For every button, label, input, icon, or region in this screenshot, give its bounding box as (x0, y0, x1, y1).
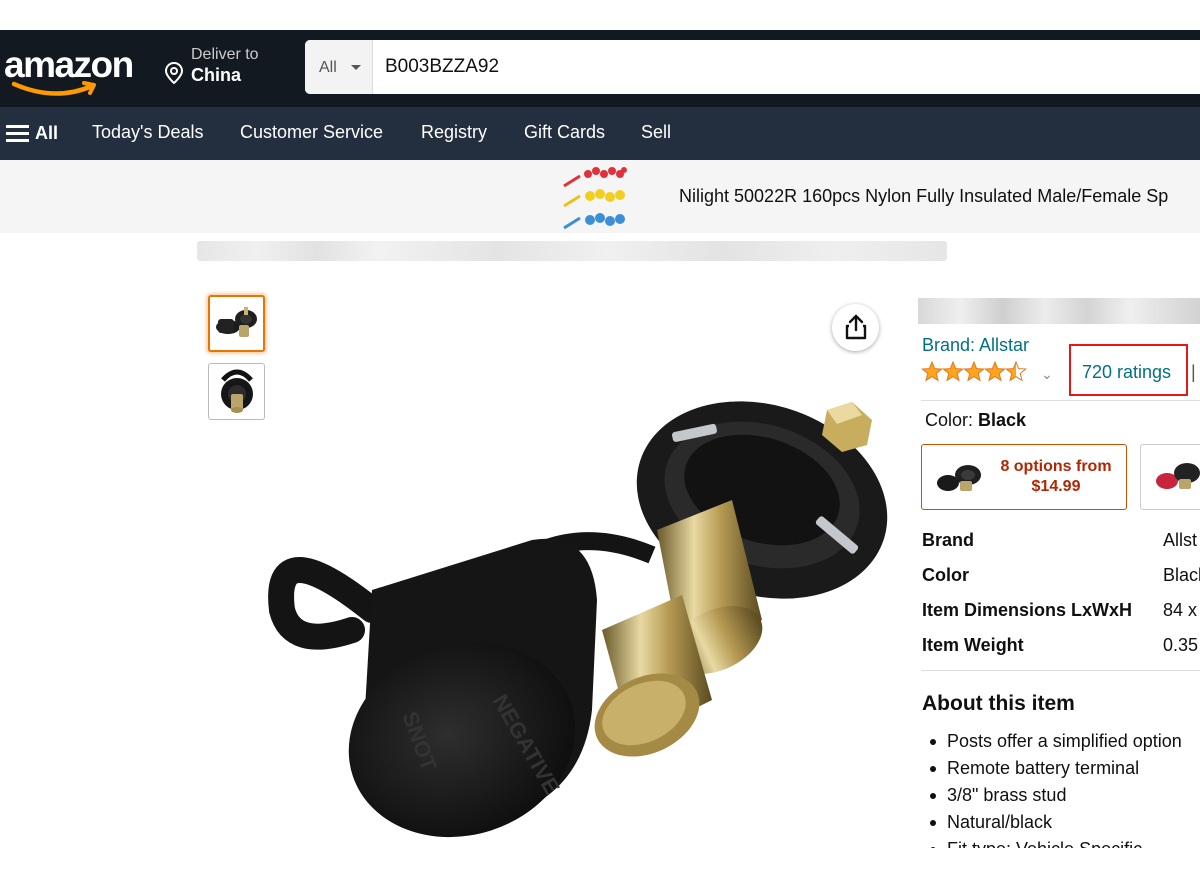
star-rating[interactable] (921, 361, 1031, 383)
spec-value: 0.35 (1163, 635, 1199, 655)
amazon-logo[interactable]: amazon (2, 42, 142, 96)
spec-row-dimensions: Item Dimensions LxWxH (922, 600, 1132, 621)
thumbnail-2[interactable] (208, 363, 265, 420)
swatch-options-price: 8 options from $14.99 (992, 457, 1120, 497)
swatch-black-image (937, 465, 981, 491)
nav-all-label: All (35, 123, 59, 143)
logo-smile-icon (11, 81, 96, 96)
spec-key: Item Weight (922, 635, 1024, 655)
spec-key: Color (922, 565, 969, 585)
spec-key: Item Dimensions LxWxH (922, 600, 1133, 620)
swatch-red-image (1156, 463, 1200, 489)
feature-bullets: Posts offer a simplified option Remote b… (926, 728, 1200, 848)
search-input[interactable] (379, 40, 1199, 94)
caret-down-icon (351, 65, 361, 70)
spec-value: 84 x (1163, 600, 1198, 620)
thumbnail-terminal-image (216, 307, 257, 337)
spec-row-weight: Item Weight (922, 635, 1024, 656)
color-selection: Color: Black (925, 410, 1026, 431)
nav-item-registry[interactable]: Registry (421, 122, 487, 143)
swatch-options-label: 8 options from (1000, 458, 1112, 475)
search-bar: All (305, 40, 1200, 94)
nav-item-todays-deals[interactable]: Today's Deals (92, 122, 204, 143)
spec-row-brand: Brand (922, 530, 974, 551)
nav-bar: All Today's Deals Customer Service Regis… (0, 107, 1200, 160)
color-label: Color: (925, 410, 979, 430)
deliver-to-label: Deliver to (191, 46, 259, 63)
list-item: Remote battery terminal (926, 755, 1200, 782)
chevron-down-icon[interactable]: ⌄ (1041, 366, 1053, 383)
nav-item-gift-cards[interactable]: Gift Cards (524, 122, 605, 143)
spec-row-color: Color (922, 565, 969, 586)
brand-link[interactable]: Brand: Allstar (922, 335, 1029, 356)
deliver-to[interactable]: Deliver to China (164, 46, 284, 90)
hamburger-icon (6, 125, 29, 143)
nav-item-customer-service[interactable]: Customer Service (240, 122, 383, 143)
swatch-price: $14.99 (1031, 478, 1081, 495)
search-category-dropdown[interactable]: All (305, 40, 373, 94)
spec-key: Brand (922, 530, 975, 550)
location-pin-icon (164, 62, 184, 84)
sponsored-banner[interactable]: Nilight 50022R 160pcs Nylon Fully Insula… (0, 160, 1200, 233)
breadcrumb-blurred (197, 241, 947, 261)
highlight-box (1069, 344, 1188, 396)
list-item: Fit type: Vehicle Specific (926, 836, 1200, 848)
spec-value: Allst (1163, 530, 1198, 550)
share-button[interactable] (832, 304, 879, 351)
color-swatch-black[interactable]: 8 options from $14.99 (921, 444, 1127, 510)
top-header: amazon Deliver to China All (0, 30, 1200, 107)
share-icon (845, 314, 867, 340)
promo-title[interactable]: Nilight 50022R 160pcs Nylon Fully Insula… (679, 186, 1168, 207)
deliver-to-country: China (191, 65, 242, 85)
about-this-item-heading: About this item (922, 692, 1075, 715)
list-item: Natural/black (926, 809, 1200, 836)
separator: | (1191, 362, 1196, 382)
search-category-label: All (319, 59, 337, 76)
promo-product-image (563, 167, 627, 230)
spec-value: Blacl (1163, 565, 1200, 585)
thumbnail-terminal-image-alt (221, 369, 253, 413)
product-title-blurred (918, 298, 1200, 324)
divider (921, 670, 1200, 671)
divider (921, 400, 1200, 401)
color-swatch-red[interactable] (1140, 444, 1200, 510)
color-value: Black (978, 410, 1027, 430)
list-item: 3/8" brass stud (926, 782, 1200, 809)
nav-item-sell[interactable]: Sell (641, 122, 671, 143)
list-item: Posts offer a simplified option (926, 728, 1200, 755)
thumbnail-1[interactable] (208, 295, 265, 352)
main-product-image[interactable]: SNOT NEGATIVE (262, 380, 902, 850)
